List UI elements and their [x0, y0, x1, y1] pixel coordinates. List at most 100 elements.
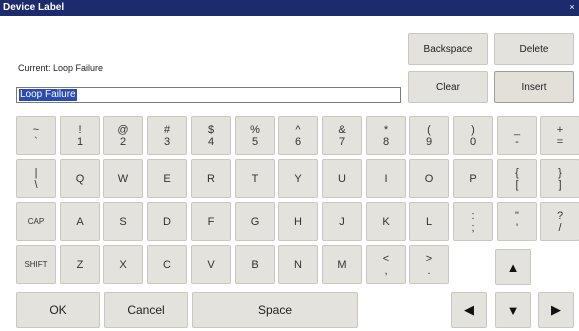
key-numbers-10[interactable]: ) 0	[453, 116, 493, 155]
key-base-char: '	[515, 221, 519, 234]
key-l[interactable]: L	[409, 202, 449, 241]
arrow-up-icon[interactable]: ▲	[495, 249, 531, 285]
key-numbers-12[interactable]: + =	[540, 116, 579, 155]
key-cap[interactable]: CAP	[16, 202, 56, 241]
key-i[interactable]: I	[366, 159, 406, 198]
clear-button[interactable]: Clear	[408, 71, 488, 103]
delete-button[interactable]: Delete	[494, 33, 574, 65]
key-base-char: 8	[382, 135, 390, 148]
cancel-button[interactable]: Cancel	[104, 292, 188, 328]
key-label: Z	[76, 258, 84, 271]
key-p[interactable]: P	[453, 159, 493, 198]
key-label: R	[207, 172, 215, 185]
key-label: G	[250, 215, 260, 228]
space-button[interactable]: Space	[192, 292, 358, 328]
key-numbers-7[interactable]: & 7	[322, 116, 362, 155]
key-base-char: 6	[294, 135, 302, 148]
key-shift-char: |	[34, 166, 38, 179]
device-label-input-value: Loop Failure	[19, 89, 77, 101]
key-s[interactable]: S	[103, 202, 143, 241]
device-label-input[interactable]: Loop Failure	[16, 87, 401, 103]
key-shift-char: >	[425, 252, 433, 265]
arrow-right-icon[interactable]: ▶	[538, 292, 574, 328]
key-m[interactable]: M	[322, 245, 362, 284]
key-label: O	[424, 172, 434, 185]
key-f[interactable]: F	[191, 202, 231, 241]
backspace-button[interactable]: Backspace	[408, 33, 488, 65]
key-o[interactable]: O	[409, 159, 449, 198]
key-k[interactable]: K	[366, 202, 406, 241]
key-numbers-11[interactable]: _ -	[497, 116, 537, 155]
key-b[interactable]: B	[235, 245, 275, 284]
key-label: I	[384, 172, 388, 185]
key-home-10[interactable]: :;	[453, 202, 493, 241]
key-qwerty-12[interactable]: }]	[540, 159, 579, 198]
key-shift-char: )	[471, 123, 475, 136]
key-shift-char: (	[427, 123, 431, 136]
key-shift-char: +	[556, 123, 564, 136]
arrow-left-icon[interactable]: ◀	[451, 292, 487, 328]
key-base-char: 3	[163, 135, 171, 148]
close-icon[interactable]: ×	[567, 2, 577, 13]
key-base-char: 2	[119, 135, 127, 148]
key-label: A	[76, 215, 84, 228]
key-label: J	[339, 215, 345, 228]
key-numbers-9[interactable]: (9	[409, 116, 449, 155]
key-r[interactable]: R	[191, 159, 231, 198]
key-label: M	[337, 258, 347, 271]
key-c[interactable]: C	[147, 245, 187, 284]
key-base-char: =	[556, 135, 564, 148]
key-bottom-8[interactable]: <,	[366, 245, 406, 284]
key-h[interactable]: H	[278, 202, 318, 241]
key-numbers-4[interactable]: $4	[191, 116, 231, 155]
key-base-char: 7	[338, 135, 346, 148]
window-title: Device Label	[3, 2, 65, 13]
key-numbers-1[interactable]: ! 1	[60, 116, 100, 155]
key-qwerty-0[interactable]: | \	[16, 159, 56, 198]
key-qwerty-11[interactable]: {[	[497, 159, 537, 198]
key-base-char: 9	[425, 135, 433, 148]
key-shift[interactable]: SHIFT	[16, 245, 56, 284]
key-e[interactable]: E	[147, 159, 187, 198]
key-label: L	[425, 215, 433, 228]
key-numbers-8[interactable]: * 8	[366, 116, 406, 155]
key-n[interactable]: N	[278, 245, 318, 284]
ok-button[interactable]: OK	[16, 292, 100, 328]
key-home-12[interactable]: ? /	[540, 202, 579, 241]
key-shift-char: ?	[556, 209, 564, 222]
key-numbers-2[interactable]: @2	[103, 116, 143, 155]
key-base-char: .	[427, 264, 431, 277]
key-shift-char: $	[207, 123, 215, 136]
insert-button[interactable]: Insert	[494, 71, 574, 103]
key-t[interactable]: T	[235, 159, 275, 198]
key-shift-char: %	[250, 123, 260, 136]
key-label: U	[338, 172, 346, 185]
key-label: K	[382, 215, 390, 228]
key-u[interactable]: U	[322, 159, 362, 198]
key-q[interactable]: Q	[60, 159, 100, 198]
key-home-11[interactable]: " '	[497, 202, 537, 241]
key-shift-char: &	[338, 123, 346, 136]
key-numbers-3[interactable]: #3	[147, 116, 187, 155]
key-y[interactable]: Y	[278, 159, 318, 198]
key-a[interactable]: A	[60, 202, 100, 241]
key-g[interactable]: G	[235, 202, 275, 241]
current-value-label: Current: Loop Failure	[18, 63, 104, 73]
key-j[interactable]: J	[322, 202, 362, 241]
key-d[interactable]: D	[147, 202, 187, 241]
key-base-char: /	[558, 221, 562, 234]
key-x[interactable]: X	[103, 245, 143, 284]
key-numbers-5[interactable]: % 5	[235, 116, 275, 155]
key-z[interactable]: Z	[60, 245, 100, 284]
key-label: X	[119, 258, 127, 271]
arrow-down-icon[interactable]: ▼	[495, 292, 531, 328]
key-label: H	[294, 215, 302, 228]
key-base-char: \	[34, 178, 38, 191]
key-v[interactable]: V	[191, 245, 231, 284]
key-shift-char: !	[78, 123, 82, 136]
key-bottom-9[interactable]: >.	[409, 245, 449, 284]
key-numbers-0[interactable]: ~ `	[16, 116, 56, 155]
key-w[interactable]: W	[103, 159, 143, 198]
key-label: P	[469, 172, 477, 185]
key-numbers-6[interactable]: ^ 6	[278, 116, 318, 155]
